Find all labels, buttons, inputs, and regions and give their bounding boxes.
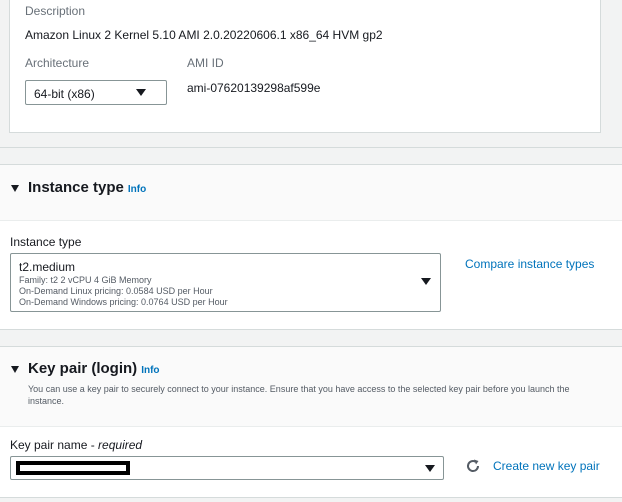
refresh-icon[interactable] bbox=[465, 458, 481, 474]
caret-down-icon[interactable] bbox=[11, 185, 19, 192]
instance-type-title[interactable]: Instance type Info bbox=[28, 179, 146, 196]
caret-down-icon[interactable] bbox=[11, 366, 19, 373]
instance-type-select[interactable]: t2.medium Family: t2 2 vCPU 4 GiB Memory… bbox=[10, 253, 441, 312]
key-pair-field-label: Key pair name - required bbox=[10, 438, 142, 452]
linux-pricing: On-Demand Linux pricing: 0.0584 USD per … bbox=[19, 286, 213, 296]
key-pair-label-text: Key pair name - bbox=[10, 438, 99, 452]
architecture-label: Architecture bbox=[25, 56, 90, 70]
instance-type-title-text: Instance type bbox=[28, 179, 124, 196]
dropdown-caret-icon bbox=[136, 89, 146, 96]
instance-type-field-label: Instance type bbox=[10, 235, 82, 249]
instance-type-details: Family: t2 2 vCPU 4 GiB Memory bbox=[19, 275, 152, 285]
ami-details-panel bbox=[9, 0, 601, 133]
instance-type-info-link[interactable]: Info bbox=[128, 184, 146, 195]
key-pair-title-text: Key pair (login) bbox=[28, 360, 138, 377]
architecture-select[interactable]: 64-bit (x86) bbox=[25, 80, 167, 105]
dropdown-caret-icon bbox=[421, 278, 431, 285]
key-pair-info-link[interactable]: Info bbox=[141, 365, 159, 376]
key-pair-select[interactable] bbox=[10, 456, 444, 480]
create-new-key-pair-link[interactable]: Create new key pair bbox=[493, 459, 600, 473]
windows-pricing: On-Demand Windows pricing: 0.0764 USD pe… bbox=[19, 297, 228, 307]
key-pair-description: You can use a key pair to securely conne… bbox=[28, 384, 570, 406]
ami-id-label: AMI ID bbox=[187, 56, 224, 70]
key-pair-title[interactable]: Key pair (login) Info bbox=[28, 360, 160, 377]
description-value: Amazon Linux 2 Kernel 5.10 AMI 2.0.20220… bbox=[25, 28, 383, 42]
redacted-value bbox=[16, 461, 130, 475]
compare-instance-types-link[interactable]: Compare instance types bbox=[465, 257, 594, 271]
dropdown-caret-icon bbox=[425, 465, 435, 472]
section-divider bbox=[0, 147, 622, 148]
instance-type-selected-name: t2.medium bbox=[19, 260, 76, 274]
key-pair-required-text: required bbox=[98, 438, 143, 452]
description-label: Description bbox=[25, 4, 86, 18]
ami-id-value: ami-07620139298af599e bbox=[187, 81, 321, 95]
architecture-selected-value: 64-bit (x86) bbox=[34, 87, 95, 101]
